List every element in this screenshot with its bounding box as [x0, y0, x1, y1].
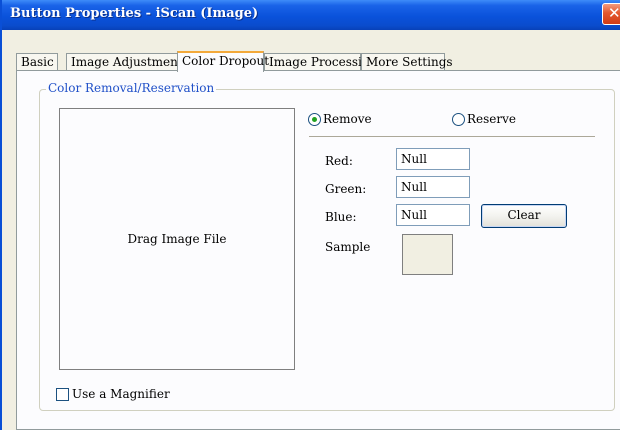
- window-title: Button Properties - iScan (Image): [10, 6, 259, 21]
- red-label: Red:: [325, 154, 353, 168]
- tab-image-processing[interactable]: Image Processing: [264, 53, 377, 71]
- green-input[interactable]: Null: [396, 176, 470, 198]
- red-input[interactable]: Null: [396, 148, 470, 170]
- sample-label: Sample: [325, 240, 371, 254]
- tab-color-dropout[interactable]: Color Dropout: [177, 51, 269, 72]
- remove-option[interactable]: Remove: [308, 111, 372, 127]
- remove-radio[interactable]: [308, 112, 321, 126]
- title-bar[interactable]: Button Properties - iScan (Image) ✕: [2, 0, 620, 30]
- drop-zone-label: Drag Image File: [127, 232, 227, 246]
- color-removal-group: Color Removal/Reservation Drag Image Fil…: [39, 81, 615, 411]
- magnifier-option[interactable]: Use a Magnifier: [56, 386, 170, 402]
- tab-basic[interactable]: Basic: [16, 53, 58, 71]
- remove-label: Remove: [323, 112, 372, 126]
- tab-panel-color-dropout: Color Removal/Reservation Drag Image Fil…: [16, 70, 620, 430]
- blue-input[interactable]: Null: [396, 204, 470, 226]
- image-drop-zone[interactable]: Drag Image File: [59, 108, 295, 370]
- sample-color-swatch: [402, 234, 453, 275]
- close-icon[interactable]: ✕: [602, 3, 620, 25]
- blue-label: Blue:: [325, 210, 357, 224]
- tab-more-settings[interactable]: More Settings: [361, 53, 453, 71]
- group-title: Color Removal/Reservation: [46, 81, 217, 95]
- reserve-label: Reserve: [467, 112, 517, 126]
- tab-image-adjustment[interactable]: Image Adjustment: [66, 53, 183, 71]
- clear-button[interactable]: Clear: [481, 204, 567, 228]
- dialog-window: Button Properties - iScan (Image) ✕ Basi…: [0, 0, 620, 430]
- reserve-option[interactable]: Reserve: [452, 111, 516, 127]
- separator-line: [309, 136, 595, 137]
- green-label: Green:: [325, 182, 367, 196]
- reserve-radio[interactable]: [452, 112, 465, 126]
- magnifier-label: Use a Magnifier: [72, 387, 170, 401]
- magnifier-checkbox[interactable]: [56, 387, 69, 401]
